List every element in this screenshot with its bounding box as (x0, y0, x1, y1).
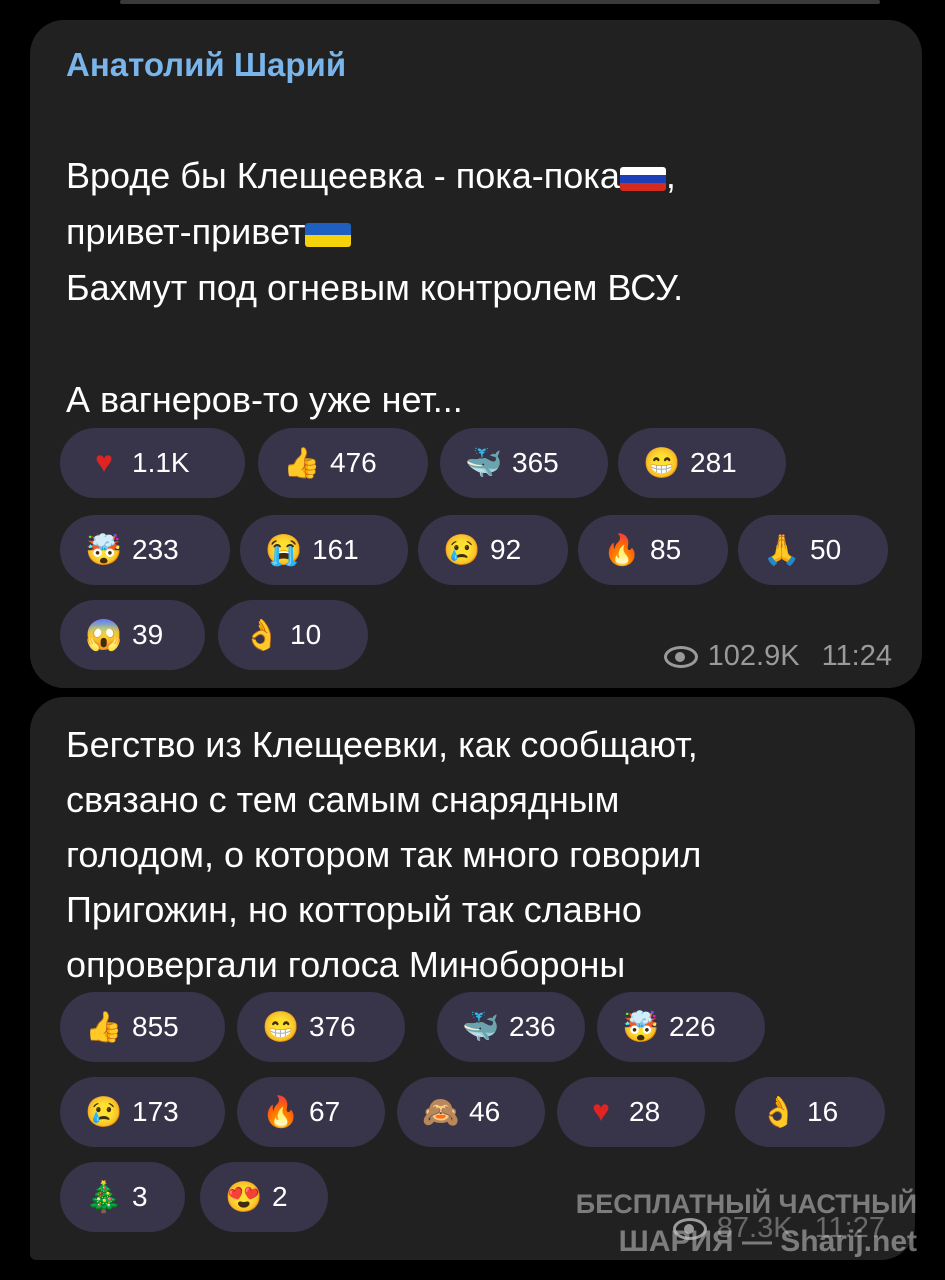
reaction-count: 50 (810, 534, 842, 565)
reaction-count: 173 (132, 1096, 179, 1127)
reaction-count: 2 (272, 1181, 288, 1212)
reaction-button[interactable]: 👌 16 (735, 1077, 885, 1147)
reaction-button[interactable]: 🤯 233 (60, 515, 230, 585)
reaction-button[interactable]: 👌 10 (218, 600, 368, 670)
sad-tear-face-icon: 😢 (443, 533, 481, 567)
message-text: Бегство из Клещеевки, как сообщают, связ… (66, 724, 702, 985)
christmas-tree-icon: 🎄 (85, 1180, 123, 1214)
thumbs-up-icon: 👍 (283, 446, 321, 480)
reaction-button[interactable]: 👍 855 (60, 992, 225, 1062)
reaction-count: 226 (669, 1011, 716, 1042)
heart-eyes-face-icon: 😍 (225, 1180, 263, 1214)
folded-hands-icon: 🙏 (763, 533, 801, 567)
previous-message-edge (120, 0, 880, 4)
watermark: БЕСПЛАТНЫЙ ЧАСТНЫЙ ШАРИЯ — Sharij.net (575, 1189, 917, 1258)
message-bubble[interactable]: Бегство из Клещеевки, как сообщают, связ… (30, 697, 915, 1260)
fire-icon: 🔥 (262, 1095, 300, 1129)
grinning-face-icon: 😁 (643, 446, 681, 480)
reaction-button[interactable]: 😁 281 (618, 428, 786, 498)
reaction-button[interactable]: ♥ 1.1K (60, 428, 245, 498)
reaction-count: 1.1K (132, 447, 190, 478)
reaction-button[interactable]: 🎄 3 (60, 1162, 185, 1232)
grinning-face-icon: 😁 (262, 1010, 300, 1044)
ukraine-flag-icon (305, 223, 352, 247)
reaction-button[interactable]: 🔥 67 (237, 1077, 385, 1147)
message-meta: 102.9K 11:24 (663, 640, 892, 673)
reaction-button[interactable]: 🐳 365 (440, 428, 608, 498)
reaction-count: 16 (807, 1096, 839, 1127)
view-count: 102.9K (707, 640, 800, 672)
reaction-count: 67 (309, 1096, 341, 1127)
reaction-count: 281 (690, 447, 737, 478)
fire-icon: 🔥 (603, 533, 641, 567)
reaction-button[interactable]: ♥ 28 (557, 1077, 705, 1147)
reaction-button[interactable]: 🐳 236 (437, 992, 585, 1062)
eye-icon (663, 645, 698, 668)
heart-icon: ♥ (95, 446, 113, 479)
russia-flag-icon (619, 167, 666, 191)
message-text-line2: привет-привет (66, 148, 352, 260)
author-name[interactable]: Анатолий Шарий (66, 46, 346, 84)
reaction-count: 233 (132, 534, 179, 565)
reaction-button[interactable]: 😭 161 (240, 515, 408, 585)
reaction-button[interactable]: 😁 376 (237, 992, 405, 1062)
reaction-button[interactable]: 🤯 226 (597, 992, 765, 1062)
whale-icon: 🐳 (465, 446, 503, 480)
see-no-evil-monkey-icon: 🙈 (422, 1095, 460, 1129)
ok-hand-icon: 👌 (760, 1095, 798, 1129)
reaction-button[interactable]: 😱 39 (60, 600, 205, 670)
message-paragraph: Бахмут под огневым контролем ВСУ. (66, 267, 684, 308)
reaction-count: 10 (290, 619, 322, 650)
sad-tear-face-icon: 😢 (85, 1095, 123, 1129)
exploding-head-icon: 🤯 (622, 1010, 660, 1044)
reaction-count: 3 (132, 1181, 148, 1212)
reaction-button[interactable]: 🙈 46 (397, 1077, 545, 1147)
reaction-count: 161 (312, 534, 359, 565)
whale-icon: 🐳 (462, 1010, 500, 1044)
screaming-face-icon: 😱 (85, 618, 123, 652)
reaction-count: 365 (512, 447, 559, 478)
reaction-count: 855 (132, 1011, 179, 1042)
reaction-button[interactable]: 🙏 50 (738, 515, 888, 585)
reaction-count: 236 (509, 1011, 556, 1042)
reaction-count: 376 (309, 1011, 356, 1042)
reaction-button[interactable]: 😍 2 (200, 1162, 328, 1232)
message-paragraph: А вагнеров-то уже нет... (66, 379, 463, 420)
reaction-count: 476 (330, 447, 377, 478)
heart-icon: ♥ (592, 1095, 610, 1128)
message-bubble[interactable]: Анатолий Шарий Вроде бы Клещеевка - пока… (30, 20, 922, 688)
message-time: 11:24 (821, 640, 892, 672)
thumbs-up-icon: 👍 (85, 1010, 123, 1044)
reaction-button[interactable]: 👍 476 (258, 428, 428, 498)
reaction-button[interactable]: 😢 92 (418, 515, 568, 585)
reaction-count: 92 (490, 534, 522, 565)
reaction-count: 28 (629, 1096, 661, 1127)
reaction-count: 39 (132, 619, 164, 650)
reaction-count: 85 (650, 534, 682, 565)
exploding-head-icon: 🤯 (85, 533, 123, 567)
crying-face-icon: 😭 (265, 533, 303, 567)
reaction-count: 46 (469, 1096, 501, 1127)
ok-hand-icon: 👌 (243, 618, 281, 652)
reaction-button[interactable]: 🔥 85 (578, 515, 728, 585)
reaction-button[interactable]: 😢 173 (60, 1077, 225, 1147)
